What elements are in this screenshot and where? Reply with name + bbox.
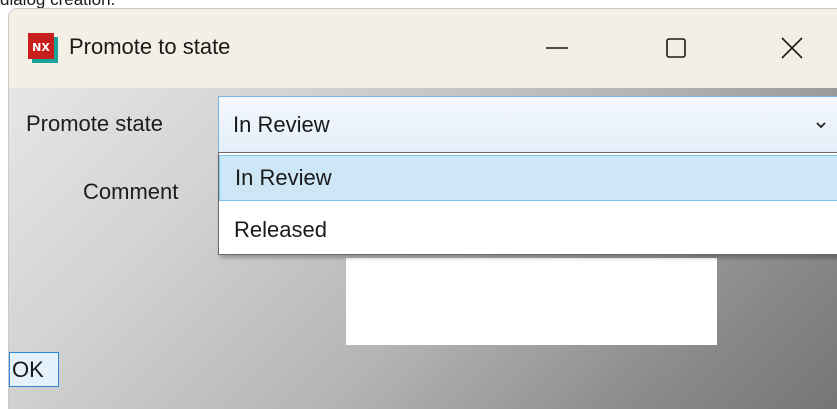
comment-input[interactable] [346,258,717,345]
minimize-button[interactable] [527,23,587,73]
comment-label: Comment [83,179,179,204]
close-icon [781,37,803,59]
nx-app-icon: NX [28,33,58,63]
minimize-icon [546,47,568,49]
ok-button[interactable]: OK [9,352,59,387]
dropdown-option-released[interactable]: Released [219,208,837,254]
close-button[interactable] [762,23,822,73]
background-caption-text: dialog creation. [0,0,300,9]
promote-state-dropdown-list: In Review Released [218,152,837,255]
title-bar[interactable]: NX Promote to state [9,9,837,88]
promote-state-selected-value: In Review [233,112,330,137]
promote-state-select[interactable]: In Review [218,96,837,153]
chevron-down-icon[interactable] [813,117,829,133]
promote-state-label: Promote state [26,111,163,136]
dropdown-option-in-review[interactable]: In Review [219,155,837,201]
maximize-icon [666,38,686,58]
svg-text:NX: NX [32,41,50,54]
promote-dialog-window: NX Promote to state Promote state In Rev… [9,9,837,409]
maximize-button[interactable] [646,23,706,73]
window-title: Promote to state [69,34,231,59]
